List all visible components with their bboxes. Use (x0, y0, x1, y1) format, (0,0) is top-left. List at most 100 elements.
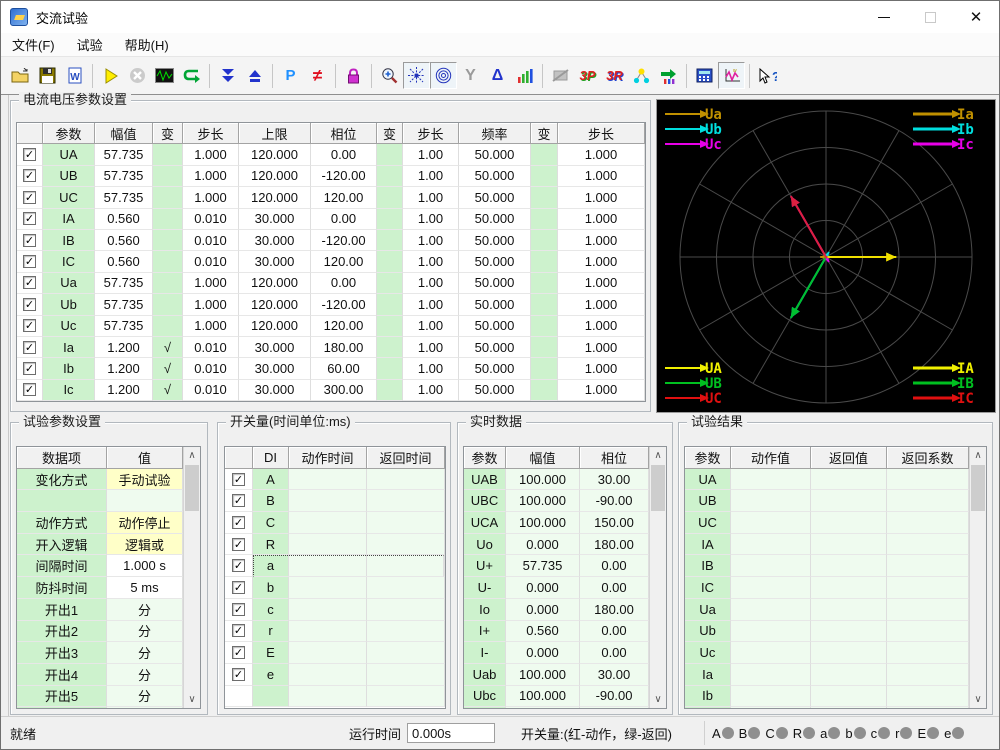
param-value-cell[interactable]: 分 (107, 663, 183, 686)
checkbox[interactable]: ✓ (23, 169, 36, 183)
checkbox[interactable]: ✓ (23, 276, 36, 290)
stop-button[interactable] (124, 62, 151, 89)
param-cell[interactable]: 1.00 (403, 165, 459, 188)
param-cell[interactable]: Ic (43, 379, 95, 401)
lock-button[interactable] (340, 62, 367, 89)
param-cell[interactable]: 50.000 (459, 294, 531, 316)
param-cell[interactable] (531, 294, 558, 316)
param-cell[interactable]: 30.000 (239, 336, 311, 359)
param-cell[interactable]: 120.00 (311, 187, 377, 209)
param-cell[interactable]: 57.735 (95, 272, 153, 295)
vertical-scrollbar[interactable]: ∧ ∨ (649, 447, 666, 708)
param-cell[interactable]: 1.000 (558, 294, 645, 316)
checkbox[interactable]: ✓ (232, 515, 245, 529)
checkbox[interactable]: ✓ (23, 255, 36, 269)
checkbox-cell[interactable]: ✓ (17, 165, 43, 188)
di-cell[interactable]: r (253, 620, 289, 643)
param-cell[interactable] (377, 358, 403, 380)
scroll-thumb[interactable] (185, 465, 199, 511)
di-cell[interactable]: A (253, 468, 289, 491)
menu-help[interactable]: 帮助(H) (114, 33, 180, 56)
undo-button[interactable] (178, 62, 205, 89)
param-cell[interactable] (377, 165, 403, 188)
param-cell[interactable] (377, 251, 403, 273)
checkbox[interactable]: ✓ (232, 602, 245, 616)
save-button[interactable] (34, 62, 61, 89)
param-cell[interactable]: 0.560 (95, 229, 153, 252)
di-cell[interactable]: C (253, 512, 289, 534)
sequence-button[interactable] (655, 62, 682, 89)
param-cell[interactable]: 120.000 (239, 272, 311, 295)
param-cell[interactable] (377, 144, 403, 166)
vertical-scrollbar[interactable]: ∧ ∨ (969, 447, 986, 708)
param-cell[interactable]: 57.735 (95, 315, 153, 337)
scroll-down-arrow[interactable]: ∨ (650, 691, 666, 708)
param-cell[interactable]: 1.200 (95, 358, 153, 380)
checkbox[interactable]: ✓ (23, 148, 36, 162)
param-cell[interactable]: 57.735 (95, 165, 153, 188)
decrease-button[interactable] (214, 62, 241, 89)
param-cell[interactable]: 1.200 (95, 379, 153, 401)
param-cell[interactable]: 50.000 (459, 229, 531, 252)
return-time-cell[interactable] (367, 663, 445, 686)
param-cell[interactable]: 0.560 (95, 251, 153, 273)
start-button[interactable] (97, 62, 124, 89)
param-cell[interactable]: 50.000 (459, 379, 531, 401)
param-cell[interactable]: 0.010 (183, 229, 239, 252)
action-time-cell[interactable] (289, 663, 367, 686)
param-cell[interactable]: 1.000 (183, 294, 239, 316)
param-cell[interactable]: 0.010 (183, 208, 239, 230)
param-cell[interactable]: 1.00 (403, 229, 459, 252)
param-cell[interactable]: 57.735 (95, 294, 153, 316)
param-cell[interactable] (377, 294, 403, 316)
param-cell[interactable]: Ib (43, 358, 95, 380)
param-cell[interactable]: UC (43, 187, 95, 209)
param-cell[interactable]: 1.000 (558, 251, 645, 273)
param-cell[interactable]: 50.000 (459, 187, 531, 209)
minimize-button[interactable] (861, 1, 907, 33)
param-cell[interactable] (377, 379, 403, 401)
close-button[interactable]: ✕ (953, 1, 999, 33)
param-value-cell[interactable]: 分 (107, 685, 183, 708)
scroll-up-arrow[interactable]: ∧ (184, 447, 200, 464)
checkbox[interactable]: ✓ (232, 559, 245, 573)
return-time-cell[interactable] (367, 598, 445, 621)
param-cell[interactable]: 1.200 (95, 336, 153, 359)
di-cell[interactable]: a (253, 555, 289, 578)
scroll-down-arrow[interactable]: ∨ (184, 691, 200, 708)
checkbox-cell[interactable]: ✓ (225, 512, 253, 534)
checkbox[interactable]: ✓ (232, 494, 245, 508)
param-cell[interactable] (377, 336, 403, 359)
param-cell[interactable]: 50.000 (459, 251, 531, 273)
param-cell[interactable]: 1.000 (558, 272, 645, 295)
maximize-button[interactable] (907, 1, 953, 33)
action-time-cell[interactable] (289, 598, 367, 621)
param-cell[interactable] (531, 229, 558, 252)
action-time-cell[interactable] (289, 533, 367, 556)
param-cell[interactable]: IB (43, 229, 95, 252)
return-time-cell[interactable] (367, 577, 445, 599)
checkbox-cell[interactable]: ✓ (17, 208, 43, 230)
param-cell[interactable] (531, 358, 558, 380)
checkbox[interactable]: ✓ (232, 667, 245, 681)
param-cell[interactable]: 1.000 (558, 165, 645, 188)
param-cell[interactable]: 1.000 (183, 144, 239, 166)
param-value-cell[interactable]: 1.000 s (107, 555, 183, 578)
param-value-cell[interactable]: 分 (107, 620, 183, 643)
open-button[interactable] (7, 62, 34, 89)
checkbox-cell[interactable]: ✓ (17, 358, 43, 380)
param-cell[interactable]: √ (153, 336, 183, 359)
param-cell[interactable]: 1.000 (558, 208, 645, 230)
param-cell[interactable] (377, 208, 403, 230)
three-r-button[interactable]: 3R (601, 62, 628, 89)
curve-button[interactable]: w (718, 62, 745, 89)
waveform-button[interactable] (151, 62, 178, 89)
burst-button[interactable] (403, 62, 430, 89)
polar-button[interactable] (430, 62, 457, 89)
checkbox[interactable]: ✓ (23, 297, 36, 311)
delta-button[interactable]: Δ (484, 62, 511, 89)
param-cell[interactable]: √ (153, 379, 183, 401)
checkbox[interactable]: ✓ (23, 233, 36, 247)
param-cell[interactable]: 120.000 (239, 187, 311, 209)
action-time-cell[interactable] (289, 642, 367, 664)
